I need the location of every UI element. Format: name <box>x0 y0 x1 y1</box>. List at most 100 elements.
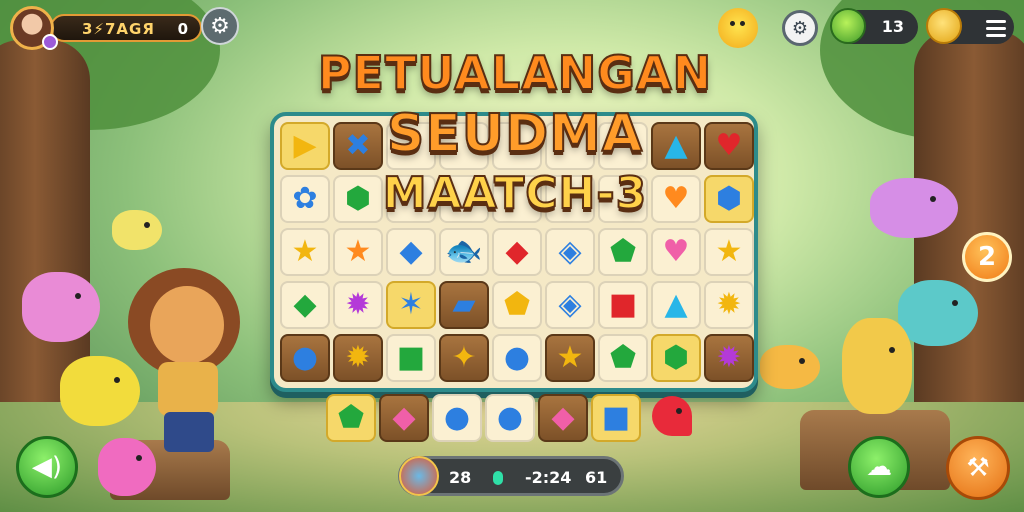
timer-value: -2:24 <box>525 468 572 487</box>
chat-button[interactable]: ☁ <box>848 436 910 498</box>
mascot-icon <box>718 8 758 48</box>
gem-icon: ★ <box>715 234 743 269</box>
gem-icon: ⬟ <box>609 234 637 269</box>
board-tile[interactable]: ✹ <box>333 334 383 382</box>
gem-icon: 🐟 <box>445 234 483 269</box>
gem-icon: ✹ <box>716 287 742 322</box>
board-tile[interactable]: ■ <box>598 281 648 329</box>
coin-icon <box>926 8 962 44</box>
board-bottom-row: ⬟ ◆ ● ● ◆ ■ <box>326 390 648 450</box>
board-tile[interactable]: ● <box>280 334 330 382</box>
player-profile[interactable]: 3⚡7AGЯ 0 <box>10 6 202 50</box>
gem-icon: ★ <box>291 234 319 269</box>
settings-button[interactable]: ⚙ <box>201 7 239 45</box>
game-title-line3: MAATCH-3 <box>382 167 648 220</box>
sound-button[interactable]: ◀) <box>16 436 78 498</box>
gem-icon: ● <box>291 340 319 375</box>
gem-icon: ★ <box>556 340 584 375</box>
score-value: 28 <box>449 468 472 487</box>
board-tile[interactable]: ✹ <box>704 334 754 382</box>
board-tile[interactable]: ● <box>492 334 542 382</box>
small-yellow-fish <box>112 210 162 250</box>
gem-icon: ◆ <box>505 234 529 269</box>
board-tile[interactable]: ◆ <box>386 228 436 276</box>
board-tile[interactable]: ▰ <box>439 281 489 329</box>
gem-icon: ▲ <box>664 287 688 322</box>
gem-icon: ■ <box>601 400 631 435</box>
level-badge: 2 <box>962 232 1012 282</box>
teal-creature <box>898 280 978 346</box>
board-tile[interactable]: ✦ <box>439 334 489 382</box>
board-tile[interactable]: ✶ <box>386 281 436 329</box>
player-name: 3⚡7AGЯ <box>82 20 155 38</box>
gem-icon: ✹ <box>345 287 371 322</box>
leaf-icon <box>830 8 866 44</box>
booster-icon[interactable] <box>399 456 439 496</box>
board-tile[interactable]: ⬟ <box>598 228 648 276</box>
gem-icon: ◈ <box>558 234 582 269</box>
gem-icon: ▰ <box>452 287 476 322</box>
menu-icon[interactable] <box>986 20 1006 37</box>
board-tile[interactable]: ■ <box>386 334 436 382</box>
board-tile[interactable]: ★ <box>333 228 383 276</box>
heart-critter <box>652 396 692 436</box>
gem-icon: ◆ <box>392 400 416 435</box>
hammer-icon: ⚒ <box>966 453 990 483</box>
gem-icon: ★ <box>344 234 372 269</box>
board-tile[interactable]: ✹ <box>333 281 383 329</box>
board-tile[interactable]: ♥ <box>651 228 701 276</box>
gem-icon: ◆ <box>399 234 423 269</box>
board-tile[interactable]: ◆ <box>538 394 588 442</box>
gem-icon: ♥ <box>662 234 690 269</box>
gem-icon: ⬟ <box>609 340 637 375</box>
lion-character <box>128 268 248 458</box>
gem-icon: ● <box>443 400 471 435</box>
board-tile[interactable]: ▲ <box>651 281 701 329</box>
chat-bubble-icon: ☁ <box>866 452 892 482</box>
speaker-icon: ◀) <box>31 452 63 482</box>
board-tile[interactable]: ★ <box>280 228 330 276</box>
hammer-button[interactable]: ⚒ <box>946 436 1010 500</box>
gem-icon: ⬢ <box>662 340 690 375</box>
options-button[interactable]: ⚙ <box>782 10 818 46</box>
board-tile[interactable]: ⬟ <box>326 394 376 442</box>
gear-icon: ⚙ <box>210 13 230 39</box>
board-tile[interactable]: ✹ <box>704 281 754 329</box>
gem-icon: ● <box>503 340 531 375</box>
board-tile[interactable]: ■ <box>591 394 641 442</box>
avatar-badge-icon <box>42 34 58 50</box>
board-tile[interactable]: ● <box>485 394 535 442</box>
game-title-line1: PETUALANGAN <box>317 45 713 101</box>
gem-icon: ◈ <box>558 287 582 322</box>
yellow-dino <box>842 318 912 414</box>
board-tile[interactable]: ⬢ <box>651 334 701 382</box>
board-tile[interactable]: ★ <box>704 228 754 276</box>
pink-creature <box>22 272 100 342</box>
board-tile[interactable]: ● <box>432 394 482 442</box>
gem-icon: ⬟ <box>503 287 531 322</box>
gem-icon: ⬟ <box>337 400 365 435</box>
board-tile[interactable]: ◈ <box>545 228 595 276</box>
board-tile[interactable]: ⬟ <box>492 281 542 329</box>
orange-fish <box>760 345 820 389</box>
gem-icon: ■ <box>608 287 638 322</box>
board-tile[interactable]: 🐟 <box>439 228 489 276</box>
moves-value: 13 <box>881 17 904 36</box>
gem-icon: ◆ <box>551 400 575 435</box>
board-tile[interactable]: ◆ <box>280 281 330 329</box>
board-tile[interactable]: ⬟ <box>598 334 648 382</box>
board-tile[interactable]: ◈ <box>545 281 595 329</box>
board-tile[interactable]: ◆ <box>379 394 429 442</box>
purple-fish <box>870 178 958 238</box>
gear-icon: ⚙ <box>791 17 809 39</box>
gem-icon: ● <box>496 400 524 435</box>
profile-bar: 3⚡7AGЯ 0 <box>50 14 202 42</box>
board-tile[interactable]: ◆ <box>492 228 542 276</box>
board-tile[interactable]: ★ <box>545 334 595 382</box>
player-score: 0 <box>177 20 188 38</box>
gem-icon: ✦ <box>451 340 477 375</box>
gem-icon: ◆ <box>293 287 317 322</box>
gem-icon: ✹ <box>716 340 742 375</box>
score-status-bar: 28 -2:24 61 <box>398 456 624 496</box>
gem-icon: ✹ <box>345 340 371 375</box>
